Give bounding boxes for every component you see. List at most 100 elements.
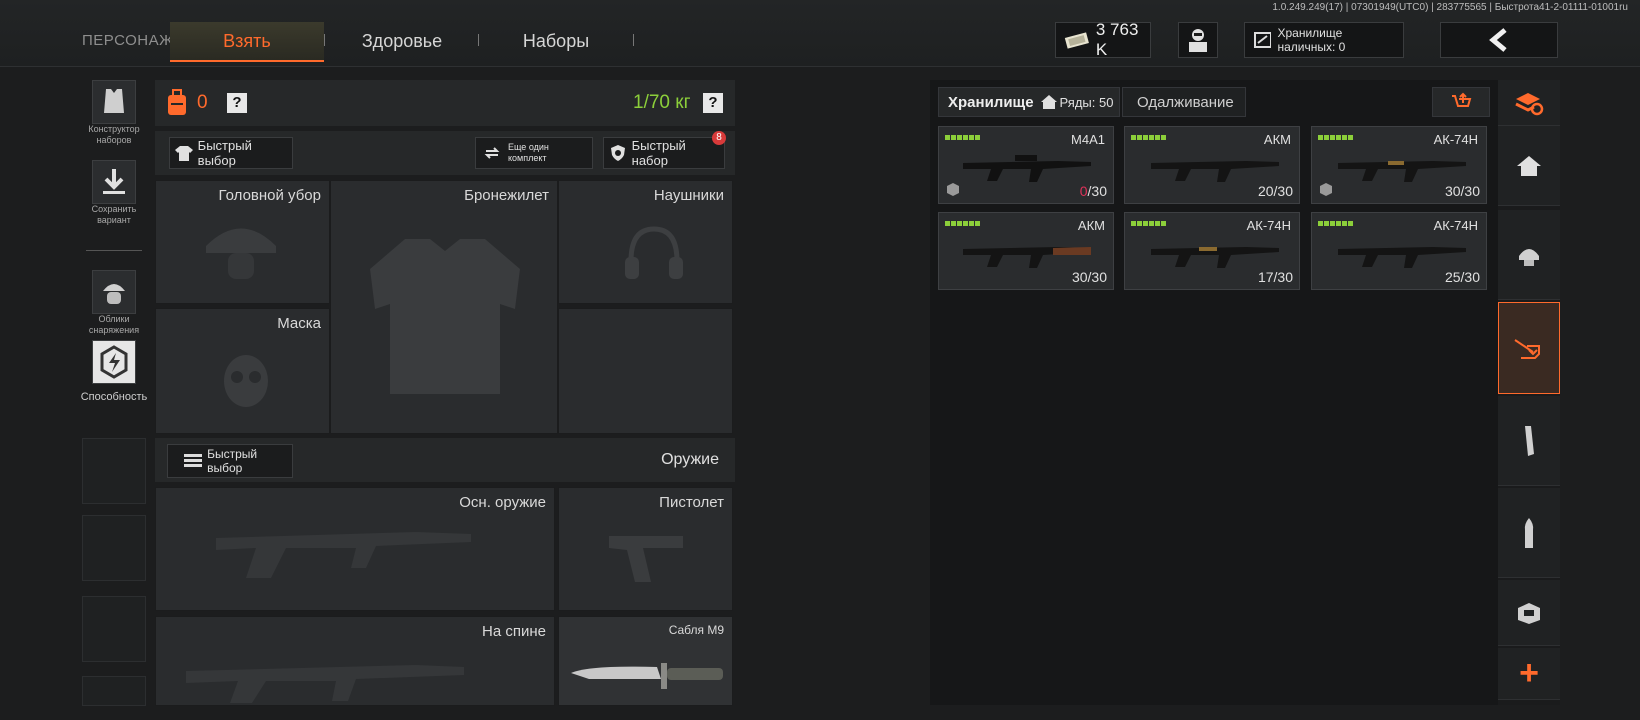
storage-item-card[interactable]: АК-74Н 30/30 <box>1311 126 1487 204</box>
weight-indicator: 1/70 кг <box>633 92 691 113</box>
slot-label: Пистолет <box>659 494 724 511</box>
tab-separator <box>324 34 325 46</box>
cart-upload-icon <box>1452 92 1472 107</box>
build-info: 1.0.249.249(17) | 07301949(UTC0) | 28377… <box>1272 2 1628 13</box>
slot-body-armor[interactable]: Бронежилет <box>330 180 558 434</box>
sidebar-all-items[interactable] <box>1498 80 1560 126</box>
back-button[interactable] <box>1440 22 1558 58</box>
ammo-total: /30 <box>1273 183 1293 199</box>
slot-label: Сабля M9 <box>668 623 724 637</box>
storage-rows: Ряды: 50 <box>1059 94 1114 110</box>
ability-button[interactable] <box>92 340 136 384</box>
ammo-total: /30 <box>1087 269 1107 285</box>
cash-storage-label: Хранилище наличных: 0 <box>1277 26 1346 54</box>
storage-item-card[interactable]: АКМ 20/30 <box>1124 126 1300 204</box>
tab-lending[interactable]: Одалживание <box>1122 87 1246 117</box>
save-variant-button[interactable] <box>92 160 136 204</box>
headphones-icon <box>625 226 683 279</box>
slot-pistol[interactable]: Пистолет <box>558 487 733 611</box>
sidebar-ammo[interactable] <box>1498 488 1560 578</box>
bayonet-knife-icon <box>571 663 723 689</box>
ammo-count: 0/30 <box>1080 183 1107 199</box>
slot-empty[interactable] <box>558 308 733 434</box>
ammo-count: 25/30 <box>1445 269 1480 285</box>
quick-set-button[interactable]: Быстрый набор 8 <box>603 131 726 169</box>
sell-button[interactable] <box>1432 87 1490 117</box>
weapon-name: M4A1 <box>1071 132 1105 147</box>
help-icon[interactable]: ? <box>227 93 247 113</box>
condition-bars <box>1131 135 1166 140</box>
storage-item-card[interactable]: АК-74Н 17/30 <box>1124 212 1300 290</box>
weapons-title: Оружие <box>661 451 719 468</box>
sidebar-magazines[interactable] <box>1498 396 1560 486</box>
sidebar-storage[interactable] <box>1498 126 1560 206</box>
shield-icon <box>611 145 625 161</box>
sidebar-add-button[interactable]: + <box>1498 648 1560 700</box>
ammo-total: /30 <box>1273 269 1293 285</box>
empty-ability-slot[interactable] <box>82 515 146 581</box>
tab-health[interactable]: Здоровье <box>340 22 464 60</box>
cash-storage-button[interactable]: Хранилище наличных: 0 <box>1244 22 1404 58</box>
rifle-icon <box>963 155 1091 182</box>
slot-melee[interactable]: Сабля M9 <box>558 616 733 706</box>
divider <box>86 250 142 251</box>
tab-sets[interactable]: Наборы <box>500 22 612 60</box>
sidebar-attachments[interactable] <box>1498 580 1560 646</box>
home-icon <box>1040 95 1057 109</box>
storage-item-card[interactable]: АК-74Н 25/30 <box>1311 212 1487 290</box>
ammo-current: 25 <box>1444 269 1461 285</box>
empty-ability-slot[interactable] <box>82 438 146 504</box>
slot-primary-weapon[interactable]: Осн. оружие <box>155 487 555 611</box>
condition-bars <box>1131 221 1166 226</box>
weapon-name: АК-74Н <box>1433 132 1478 147</box>
storage-item-card[interactable]: АКМ 30/30 <box>938 212 1114 290</box>
set-builder-caption: Конструктор наборов <box>88 124 140 145</box>
shirt-icon <box>175 146 193 161</box>
tab-take[interactable]: Взять <box>170 22 324 62</box>
empty-ability-slot[interactable] <box>82 676 146 706</box>
rifle-icon <box>1151 247 1279 268</box>
ammo-total: /30 <box>1087 183 1107 199</box>
slot-label: Маска <box>277 315 321 332</box>
storage-item-card[interactable]: M4A1 0/30 <box>938 126 1114 204</box>
ammo-count: 17/30 <box>1258 269 1293 285</box>
ammo-total: /30 <box>1460 183 1480 199</box>
condition-bars <box>1318 135 1353 140</box>
weapon-name: АК-74Н <box>1433 218 1478 233</box>
rifle-icon <box>963 247 1091 268</box>
dealer-button[interactable] <box>1178 22 1218 58</box>
slot-mask[interactable]: Маска <box>155 308 330 434</box>
home-icon <box>1517 155 1541 176</box>
storage-tab-label: Хранилище <box>948 93 1034 111</box>
quick-select-button[interactable]: Быстрый выбор <box>169 137 293 169</box>
wallet-icon <box>1254 32 1272 48</box>
set-builder-button[interactable] <box>92 80 136 124</box>
character-section-label: ПЕРСОНАЖ <box>82 32 174 49</box>
slot-headgear[interactable]: Головной убор <box>155 180 330 304</box>
help-icon[interactable]: ? <box>703 93 723 113</box>
sidebar-gear[interactable] <box>1498 210 1560 300</box>
tab-storage[interactable]: Хранилище Ряды: 50 <box>938 87 1120 117</box>
plus-icon: + <box>1519 654 1539 692</box>
another-set-label: Еще один комплект <box>508 142 549 163</box>
rifle-silhouette-icon <box>216 532 471 578</box>
slot-back-weapon[interactable]: На спине <box>155 616 555 706</box>
gear-skins-button[interactable] <box>92 270 136 314</box>
helmet-icon <box>1519 248 1539 266</box>
bullet-icon <box>1524 517 1534 548</box>
slot-label: Бронежилет <box>464 187 549 204</box>
weapon-name: АК-74Н <box>1246 218 1291 233</box>
ammo-current: 0 <box>1079 183 1088 199</box>
vest-icon <box>104 89 124 113</box>
ammo-count: 30/30 <box>1072 269 1107 285</box>
sidebar-weapons[interactable] <box>1498 302 1560 394</box>
another-set-button[interactable]: Еще один комплект <box>475 137 593 169</box>
weapon-name: АКМ <box>1263 132 1291 147</box>
layers-refresh-icon <box>1515 92 1544 115</box>
slot-headphones[interactable]: Наушники <box>558 180 733 304</box>
empty-ability-slot[interactable] <box>82 596 146 662</box>
ammo-total: /30 <box>1460 269 1480 285</box>
swap-icon <box>484 147 500 159</box>
weapons-quick-select-button[interactable]: Быстрый выбор <box>167 444 293 478</box>
slot-label: Наушники <box>653 187 724 204</box>
